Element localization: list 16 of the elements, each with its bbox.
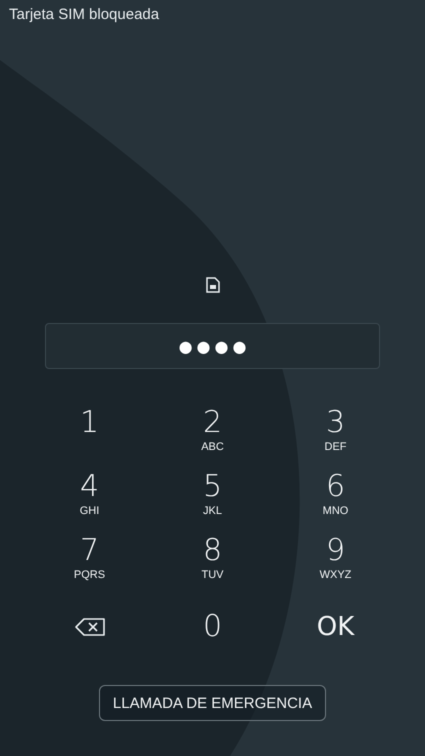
- digit-key[interactable]: 6 MNO: [290, 469, 380, 527]
- digit-key[interactable]: 8 TUV: [168, 533, 258, 591]
- digit-key[interactable]: 2 ABC: [168, 405, 258, 463]
- ok-button[interactable]: OK: [290, 597, 380, 657]
- sim-card-icon: [206, 277, 220, 293]
- digit-key[interactable]: 0: [168, 597, 258, 657]
- digit-key[interactable]: 1: [44, 405, 134, 463]
- digit-key[interactable]: 9 WXYZ: [290, 533, 380, 591]
- backspace-icon: [74, 617, 106, 637]
- digit-key[interactable]: 3 DEF: [290, 405, 380, 463]
- digit-key[interactable]: 7 PQRS: [44, 533, 134, 591]
- digit-key[interactable]: 5 JKL: [168, 469, 258, 527]
- pin-field[interactable]: ● ● ● ●: [45, 323, 380, 369]
- status-text: Tarjeta SIM bloqueada: [9, 5, 160, 25]
- emergency-call-button[interactable]: LLAMADA DE EMERGENCIA: [99, 685, 326, 721]
- digit-key[interactable]: 4 GHI: [44, 469, 134, 527]
